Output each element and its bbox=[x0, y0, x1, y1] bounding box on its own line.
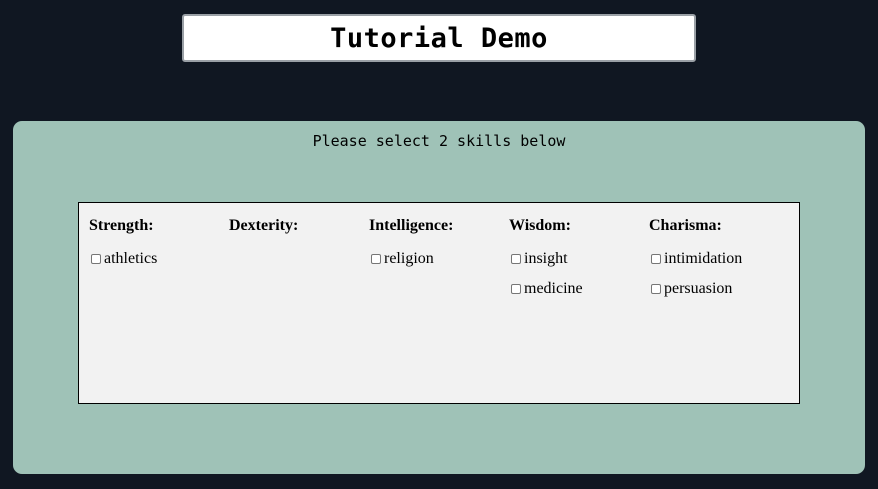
skill-medicine[interactable]: medicine bbox=[511, 280, 583, 298]
skill-label: insight bbox=[524, 250, 568, 267]
persuasion-checkbox[interactable] bbox=[651, 284, 661, 294]
athletics-checkbox[interactable] bbox=[91, 254, 101, 264]
column-heading-charisma: Charisma: bbox=[649, 217, 722, 234]
column-heading-dexterity: Dexterity: bbox=[229, 217, 299, 234]
skill-insight[interactable]: insight bbox=[511, 250, 568, 268]
skill-label: religion bbox=[384, 250, 434, 267]
column-heading-wisdom: Wisdom: bbox=[509, 217, 571, 234]
skill-persuasion[interactable]: persuasion bbox=[651, 280, 732, 298]
intimidation-checkbox[interactable] bbox=[651, 254, 661, 264]
skill-religion[interactable]: religion bbox=[371, 250, 434, 268]
page-title: Tutorial Demo bbox=[330, 22, 548, 54]
religion-checkbox[interactable] bbox=[371, 254, 381, 264]
instruction-text: Please select 2 skills below bbox=[312, 132, 566, 150]
skill-intimidation[interactable]: intimidation bbox=[651, 250, 742, 268]
skill-label: medicine bbox=[524, 280, 583, 297]
skill-athletics[interactable]: athletics bbox=[91, 250, 157, 268]
skill-label: intimidation bbox=[664, 250, 743, 267]
medicine-checkbox[interactable] bbox=[511, 284, 521, 294]
skill-selection-panel: Please select 2 skills below Strength: a… bbox=[13, 121, 865, 474]
insight-checkbox[interactable] bbox=[511, 254, 521, 264]
column-heading-intelligence: Intelligence: bbox=[369, 217, 454, 234]
skills-box: Strength: athletics Dexterity: Intellige… bbox=[78, 202, 800, 404]
title-box: Tutorial Demo bbox=[182, 14, 696, 62]
skill-label: persuasion bbox=[664, 280, 733, 297]
column-heading-strength: Strength: bbox=[89, 217, 154, 234]
skill-label: athletics bbox=[104, 250, 158, 267]
